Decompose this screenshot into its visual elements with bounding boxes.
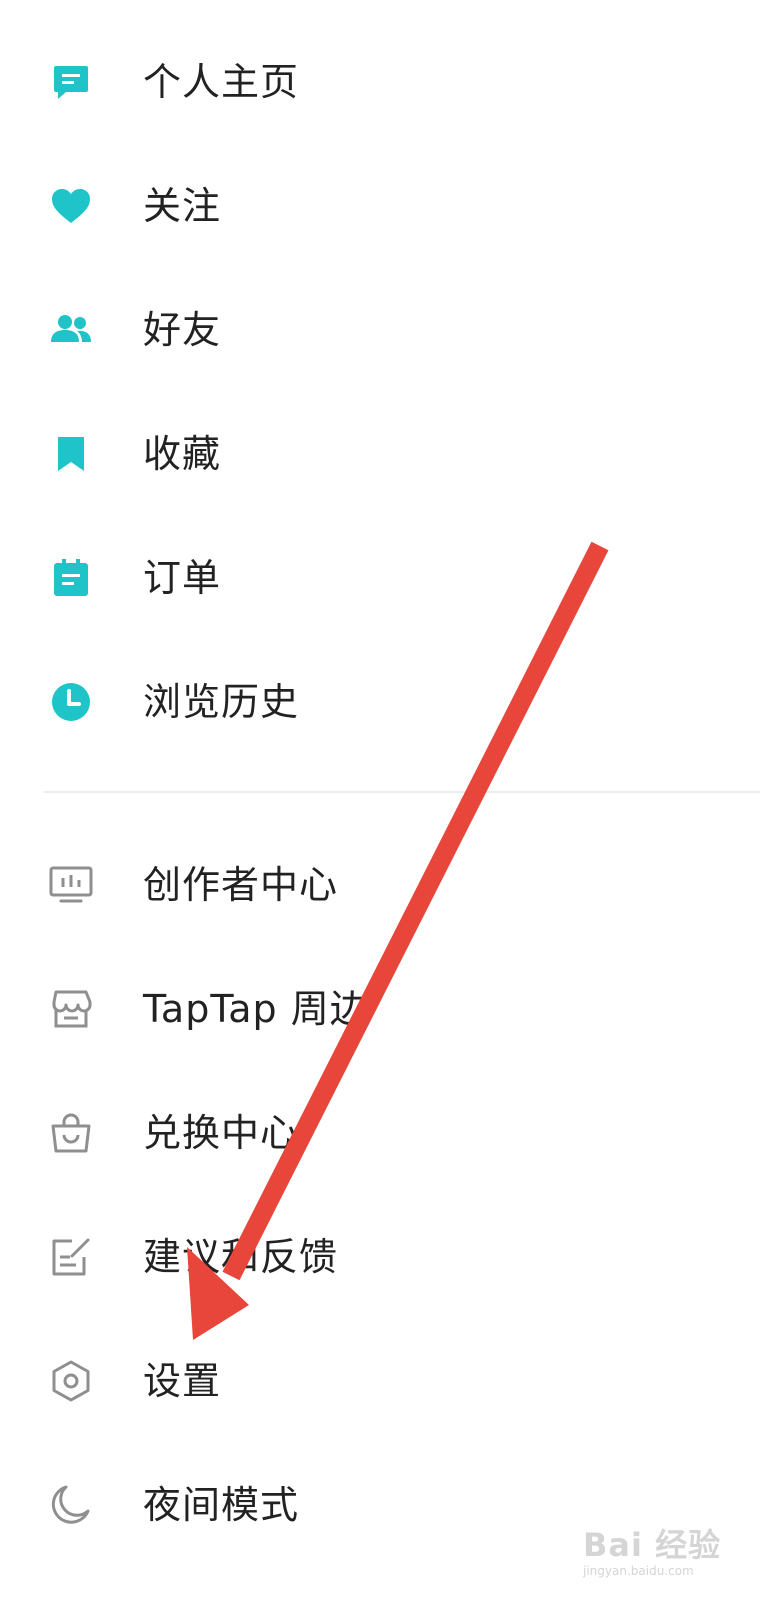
menu-label: 浏览历史 xyxy=(143,680,300,724)
menu-item-profile[interactable]: 个人主页 xyxy=(0,32,776,132)
menu-item-settings[interactable]: 设置 xyxy=(0,1331,776,1431)
menu-item-creator-center[interactable]: 创作者中心 xyxy=(0,835,776,935)
creator-monitor-icon xyxy=(48,865,94,905)
menu-item-friends[interactable]: 好友 xyxy=(0,280,776,380)
menu-label: 创作者中心 xyxy=(143,863,339,907)
menu-label: 设置 xyxy=(143,1359,222,1403)
feedback-edit-icon xyxy=(48,1237,94,1277)
menu-label: TapTap 周边 xyxy=(143,987,369,1031)
menu-label: 夜间模式 xyxy=(143,1483,300,1527)
settings-hexagon-icon xyxy=(48,1360,94,1402)
menu-label: 关注 xyxy=(143,184,222,228)
menu-label: 个人主页 xyxy=(143,60,300,104)
watermark-subtext: jingyan.baidu.com xyxy=(583,1564,694,1578)
menu-label: 订单 xyxy=(143,556,222,600)
menu-label: 兑换中心 xyxy=(143,1111,300,1155)
order-icon xyxy=(48,558,94,598)
menu-label: 建议和反馈 xyxy=(143,1235,339,1279)
menu-label: 收藏 xyxy=(143,432,222,476)
menu-item-history[interactable]: 浏览历史 xyxy=(0,652,776,752)
heart-icon xyxy=(48,186,94,226)
bookmark-icon xyxy=(48,434,94,474)
menu-item-feedback[interactable]: 建议和反馈 xyxy=(0,1207,776,1307)
menu-label: 好友 xyxy=(143,308,222,352)
profile-page-icon xyxy=(48,62,94,102)
menu-item-night-mode[interactable]: 夜间模式 xyxy=(0,1455,776,1555)
friends-icon xyxy=(48,310,94,350)
menu-item-orders[interactable]: 订单 xyxy=(0,528,776,628)
menu-item-redeem-center[interactable]: 兑换中心 xyxy=(0,1083,776,1183)
menu-divider xyxy=(44,791,760,793)
moon-icon xyxy=(48,1485,94,1525)
menu-item-follow[interactable]: 关注 xyxy=(0,156,776,256)
shop-icon xyxy=(48,989,94,1029)
shopping-bag-icon xyxy=(48,1113,94,1153)
clock-icon xyxy=(48,682,94,722)
menu-item-taptap-merch[interactable]: TapTap 周边 xyxy=(0,959,776,1059)
menu-item-favorites[interactable]: 收藏 xyxy=(0,404,776,504)
